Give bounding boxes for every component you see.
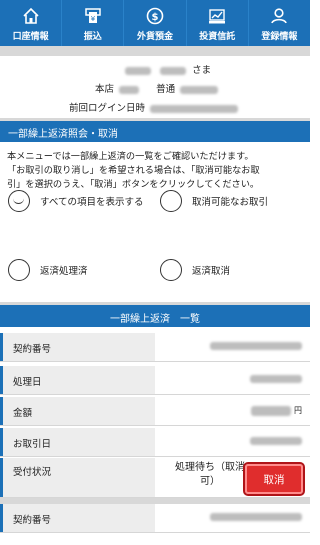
row-value: [155, 333, 310, 361]
masked-account-no: [180, 85, 219, 94]
row-label: お取引日: [0, 428, 155, 456]
table-row: お取引日: [0, 428, 310, 457]
currency-unit: 円: [294, 406, 302, 415]
list-title: 一部繰上返済 一覧: [0, 305, 310, 327]
branch-row: 本店 普通: [95, 81, 219, 95]
top-nav: 口座情報 ¥ 振込 $ 外貨預金 投資信託 登録情報: [0, 0, 310, 46]
section-title: 一部繰上返済照会・取消: [0, 121, 310, 142]
nav-account-info[interactable]: 口座情報: [0, 0, 63, 46]
last-login-label: 前回ログイン日時: [69, 103, 146, 114]
filter-all-label: すべての項目を表示する: [40, 197, 144, 208]
table-row: 処理日: [0, 366, 310, 395]
row-label: 金額: [0, 397, 155, 425]
nav-label: 口座情報: [12, 32, 49, 42]
last-login-row: 前回ログイン日時: [69, 100, 239, 114]
user-info: さま 本店 普通 前回ログイン日時: [0, 56, 310, 118]
status-line: 可）: [200, 476, 220, 487]
masked-branch-code: [119, 85, 140, 94]
filter-cancelable-radio[interactable]: 取消可能なお取引: [160, 190, 268, 212]
radio-circle[interactable]: [160, 259, 182, 281]
filter-canceled-radio[interactable]: 返済取消: [160, 259, 230, 281]
account-type: 普通: [156, 84, 176, 95]
row-label: 契約番号: [0, 333, 155, 361]
filter-canceled-label: 返済取消: [192, 266, 231, 277]
nav-transfer[interactable]: ¥ 振込: [62, 0, 125, 46]
radio-circle[interactable]: [8, 259, 30, 281]
masked-name: [160, 66, 187, 75]
table-row: 契約番号: [0, 333, 310, 362]
masked-amount: [251, 405, 291, 416]
nav-label: 登録情報: [261, 32, 298, 42]
table-row: 契約番号: [0, 504, 310, 533]
branch-label: 本店: [95, 84, 115, 95]
house-icon: [23, 7, 39, 24]
filter-cancelable-label: 取消可能なお取引: [192, 197, 269, 208]
masked-last-login: [150, 104, 239, 113]
nav-foreign-deposit[interactable]: $ 外貨預金: [124, 0, 187, 46]
status-line: 処理待ち（取消: [175, 462, 245, 473]
row-label: 受付状況: [0, 458, 155, 497]
row-value: [155, 428, 310, 456]
masked-contract-no: [210, 342, 302, 350]
honorific: さま: [192, 65, 212, 76]
dollar-coin-icon: $: [146, 7, 164, 25]
user-icon: [271, 8, 288, 24]
nav-investment-trust[interactable]: 投資信託: [187, 0, 249, 46]
masked-trade-date: [250, 437, 302, 445]
row-label: 契約番号: [0, 504, 155, 532]
table-row: 金額 円: [0, 397, 310, 426]
filter-all-radio[interactable]: すべての項目を表示する: [8, 190, 143, 212]
filter-processed-label: 返済処理済: [40, 266, 88, 277]
nav-registration-info[interactable]: 登録情報: [249, 0, 310, 46]
row-value: 円: [155, 397, 310, 425]
user-name-row: さま: [125, 62, 211, 76]
row-label: 処理日: [0, 366, 155, 394]
masked-process-date: [250, 375, 302, 383]
masked-contract-no: [210, 513, 302, 521]
status-value: 処理待ち（取消 可）: [165, 461, 255, 489]
invest-chart-icon: [209, 9, 226, 24]
nav-label: 振込: [83, 32, 102, 42]
nav-label: 投資信託: [199, 32, 236, 42]
description-line: 「お取引の取り消し」を希望される場合は、「取消可能なお取: [7, 165, 260, 176]
masked-name: [125, 66, 151, 75]
filter-processed-radio[interactable]: 返済処理済: [8, 259, 88, 281]
svg-text:$: $: [152, 12, 159, 23]
radio-circle[interactable]: [8, 190, 30, 212]
cancel-button[interactable]: 取消: [243, 462, 305, 496]
svg-text:¥: ¥: [91, 15, 96, 23]
divider: [0, 46, 310, 56]
row-value: [155, 366, 310, 394]
description-line: 本メニューでは一部繰上返済の一覧をご確認いただけます。: [7, 151, 254, 162]
transfer-card-icon: ¥: [85, 8, 101, 23]
nav-label: 外貨預金: [137, 32, 174, 42]
row-value: [155, 504, 310, 532]
radio-circle[interactable]: [160, 190, 182, 212]
section-description: 本メニューでは一部繰上返済の一覧をご確認いただけます。 「お取引の取り消し」を希…: [7, 150, 307, 192]
